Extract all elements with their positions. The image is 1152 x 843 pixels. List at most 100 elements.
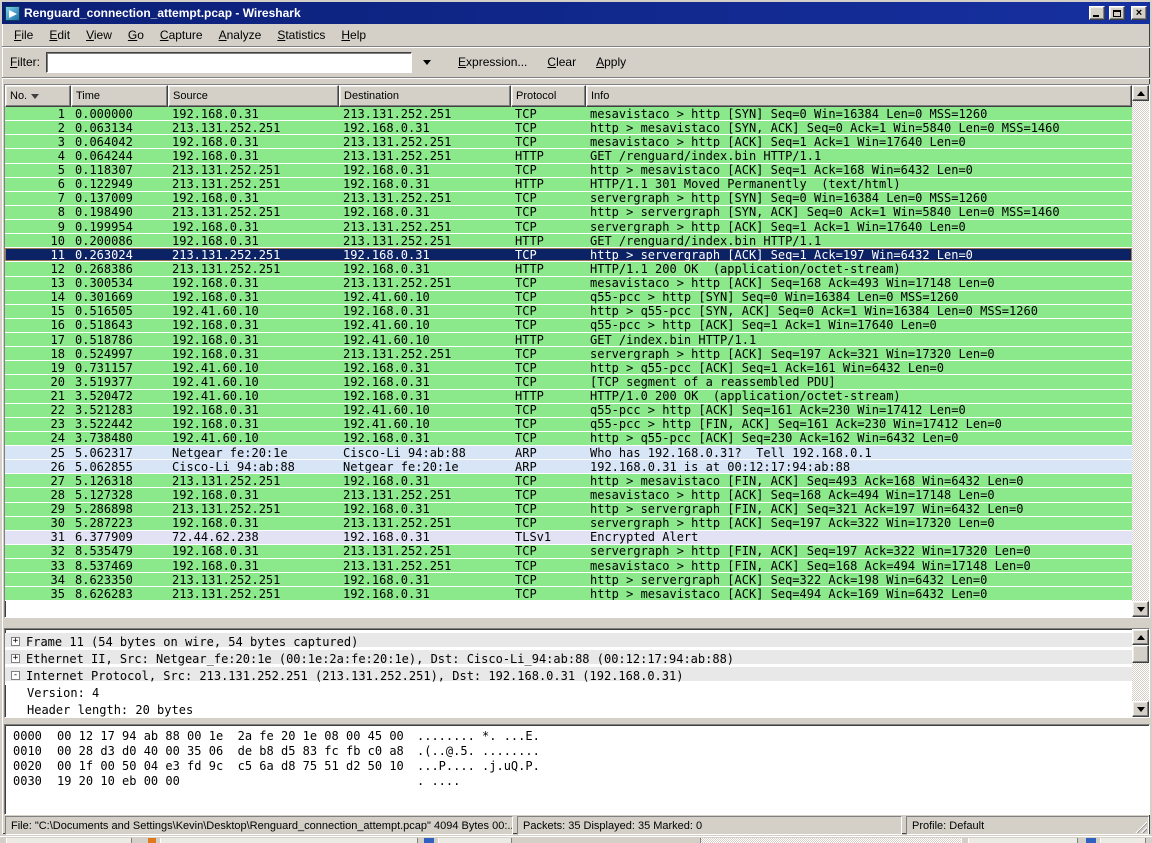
cell-time: 0.118307 (71, 164, 168, 177)
packet-row[interactable]: 213.520472192.41.60.10192.168.0.31HTTPHT… (5, 390, 1132, 404)
packet-row[interactable]: 90.199954192.168.0.31213.131.252.251TCPs… (5, 220, 1132, 234)
packet-row[interactable]: 285.127328192.168.0.31213.131.252.251TCP… (5, 488, 1132, 502)
taskbar-button-fragment[interactable] (968, 838, 1078, 843)
packet-row[interactable]: 160.518643192.168.0.31192.41.60.10TCPq55… (5, 319, 1132, 333)
taskbar-app-icon-orange[interactable] (148, 838, 156, 843)
packet-row[interactable]: 80.198490213.131.252.251192.168.0.31TCPh… (5, 206, 1132, 220)
packet-row[interactable]: 255.062317Netgear_fe:20:1eCisco-Li_94:ab… (5, 446, 1132, 460)
hex-line[interactable]: 000000 12 17 94 ab 88 00 1e 2a fe 20 1e … (5, 729, 1149, 744)
detail-row[interactable]: Version: 4 (5, 685, 1132, 702)
column-header-source[interactable]: Source (168, 85, 339, 107)
packet-row[interactable]: 180.524997192.168.0.31213.131.252.251TCP… (5, 347, 1132, 361)
packet-row[interactable]: 70.137009192.168.0.31213.131.252.251TCPs… (5, 192, 1132, 206)
menu-item-view[interactable]: View (78, 25, 120, 45)
packet-row[interactable]: 60.122949213.131.252.251192.168.0.31HTTP… (5, 178, 1132, 192)
packet-row[interactable]: 30.064042192.168.0.31213.131.252.251TCPm… (5, 135, 1132, 149)
packet-row[interactable]: 348.623350213.131.252.251192.168.0.31TCP… (5, 573, 1132, 587)
cell-destination: Cisco-Li_94:ab:88 (339, 446, 511, 459)
scroll-up-button[interactable] (1132, 629, 1149, 645)
taskbar-button-fragment[interactable] (438, 838, 512, 843)
menu-item-go[interactable]: Go (120, 25, 152, 45)
packet-row[interactable]: 20.063134213.131.252.251192.168.0.31TCPh… (5, 121, 1132, 135)
packet-row[interactable]: 190.731157192.41.60.10192.168.0.31TCPhtt… (5, 361, 1132, 375)
taskbar-app-icon-blue[interactable] (1086, 838, 1096, 843)
toolbar-button-apply[interactable]: Apply (588, 52, 634, 72)
taskbar-button-fragment[interactable] (6, 838, 132, 843)
packet-list-scrollbar[interactable] (1132, 85, 1149, 617)
detail-row[interactable]: Header length: 20 bytes (5, 702, 1132, 717)
filter-input[interactable] (46, 52, 412, 73)
packet-row[interactable]: 338.537469192.168.0.31213.131.252.251TCP… (5, 559, 1132, 573)
details-scrollbar[interactable] (1132, 629, 1149, 717)
maximize-button[interactable] (1109, 6, 1125, 20)
toolbar-button-clear[interactable]: Clear (539, 52, 584, 72)
packet-row[interactable]: 223.521283192.168.0.31192.41.60.10TCPq55… (5, 404, 1132, 418)
scroll-down-button[interactable] (1132, 701, 1149, 717)
packet-row[interactable]: 233.522442192.168.0.31192.41.60.10TCPq55… (5, 418, 1132, 432)
packet-row[interactable]: 110.263024213.131.252.251192.168.0.31TCP… (5, 248, 1132, 262)
cell-source: 213.131.252.251 (168, 164, 339, 177)
packet-row[interactable]: 305.287223192.168.0.31213.131.252.251TCP… (5, 517, 1132, 531)
cell-source: 192.168.0.31 (168, 347, 339, 360)
filter-dropdown-button[interactable] (418, 53, 436, 71)
packet-row[interactable]: 243.738480192.41.60.10192.168.0.31TCPhtt… (5, 432, 1132, 446)
taskbar-button-fragment[interactable] (160, 838, 418, 843)
menu-item-capture[interactable]: Capture (152, 25, 211, 45)
cell-time: 0.731157 (71, 361, 168, 374)
scroll-down-button[interactable] (1132, 601, 1149, 617)
collapse-icon[interactable]: - (11, 671, 20, 680)
packet-row[interactable]: 358.626283213.131.252.251192.168.0.31TCP… (5, 587, 1132, 601)
packet-row[interactable]: 275.126318213.131.252.251192.168.0.31TCP… (5, 474, 1132, 488)
scroll-up-button[interactable] (1132, 85, 1149, 101)
taskbar-app-icon-blue[interactable] (424, 838, 434, 843)
cell-info: HTTP/1.1 200 OK (application/octet-strea… (586, 262, 1132, 275)
cell-info: http > servergraph [ACK] Seq=322 Ack=198… (586, 573, 1132, 586)
packet-row[interactable]: 170.518786192.168.0.31192.41.60.10HTTPGE… (5, 333, 1132, 347)
detail-row[interactable]: -Internet Protocol, Src: 213.131.252.251… (5, 667, 1132, 684)
toolbar-button-expression[interactable]: Expression... (450, 52, 535, 72)
packet-row[interactable]: 265.062855Cisco-Li_94:ab:88Netgear_fe:20… (5, 460, 1132, 474)
scrollbar-track[interactable] (1132, 663, 1149, 701)
packet-row[interactable]: 203.519377192.41.60.10192.168.0.31TCP[TC… (5, 375, 1132, 389)
scrollbar-thumb[interactable] (1132, 645, 1149, 663)
packet-row[interactable]: 40.064244192.168.0.31213.131.252.251HTTP… (5, 149, 1132, 163)
packet-row[interactable]: 316.37790972.44.62.238192.168.0.31TLSv1E… (5, 531, 1132, 545)
packet-row[interactable]: 120.268386213.131.252.251192.168.0.31HTT… (5, 262, 1132, 276)
packet-row[interactable]: 140.301669192.168.0.31192.41.60.10TCPq55… (5, 291, 1132, 305)
minimize-button[interactable] (1089, 6, 1105, 20)
packet-row[interactable]: 10.000000192.168.0.31213.131.252.251TCPm… (5, 107, 1132, 121)
cell-info: q55-pcc > http [ACK] Seq=161 Ack=230 Win… (586, 404, 1132, 417)
packet-row[interactable]: 328.535479192.168.0.31213.131.252.251TCP… (5, 545, 1132, 559)
column-header-protocol[interactable]: Protocol (511, 85, 586, 107)
packet-row[interactable]: 50.118307213.131.252.251192.168.0.31TCPh… (5, 164, 1132, 178)
resize-grip[interactable] (1134, 820, 1147, 833)
packet-row[interactable]: 100.200086192.168.0.31213.131.252.251HTT… (5, 234, 1132, 248)
packet-row[interactable]: 130.300534192.168.0.31213.131.252.251TCP… (5, 277, 1132, 291)
menu-item-file[interactable]: File (6, 25, 41, 45)
column-header-info[interactable]: Info (586, 85, 1132, 107)
menu-item-analyze[interactable]: Analyze (211, 25, 270, 45)
menu-item-help[interactable]: Help (333, 25, 374, 45)
cell-destination: 213.131.252.251 (339, 234, 511, 247)
pane-splitter-top[interactable] (4, 618, 1150, 628)
close-icon: × (1136, 8, 1142, 18)
menu-item-edit[interactable]: Edit (41, 25, 78, 45)
menu-item-statistics[interactable]: Statistics (269, 25, 333, 45)
taskbar-button-fragment[interactable] (1100, 838, 1146, 843)
expand-icon[interactable]: + (11, 637, 20, 646)
cell-time: 8.535479 (71, 545, 168, 558)
column-header-destination[interactable]: Destination (339, 85, 511, 107)
packet-row[interactable]: 295.286898213.131.252.251192.168.0.31TCP… (5, 503, 1132, 517)
detail-row[interactable]: +Ethernet II, Src: Netgear_fe:20:1e (00:… (5, 650, 1132, 667)
packet-row[interactable]: 150.516505192.41.60.10192.168.0.31TCPhtt… (5, 305, 1132, 319)
column-header-time[interactable]: Time (71, 85, 168, 107)
expand-icon[interactable]: + (11, 654, 20, 663)
hex-line[interactable]: 001000 28 d3 d0 40 00 35 06 de b8 d5 83 … (5, 744, 1149, 759)
close-button[interactable]: × (1131, 6, 1147, 20)
column-header-no[interactable]: No. (5, 85, 71, 107)
detail-row[interactable]: +Frame 11 (54 bytes on wire, 54 bytes ca… (5, 633, 1132, 650)
hex-line[interactable]: 003019 20 10 eb 00 00. .... (5, 774, 1149, 789)
taskbar-button-pressed[interactable] (700, 838, 962, 843)
hex-line[interactable]: 002000 1f 00 50 04 e3 fd 9c c5 6a d8 75 … (5, 759, 1149, 774)
scrollbar-track[interactable] (1132, 101, 1149, 601)
